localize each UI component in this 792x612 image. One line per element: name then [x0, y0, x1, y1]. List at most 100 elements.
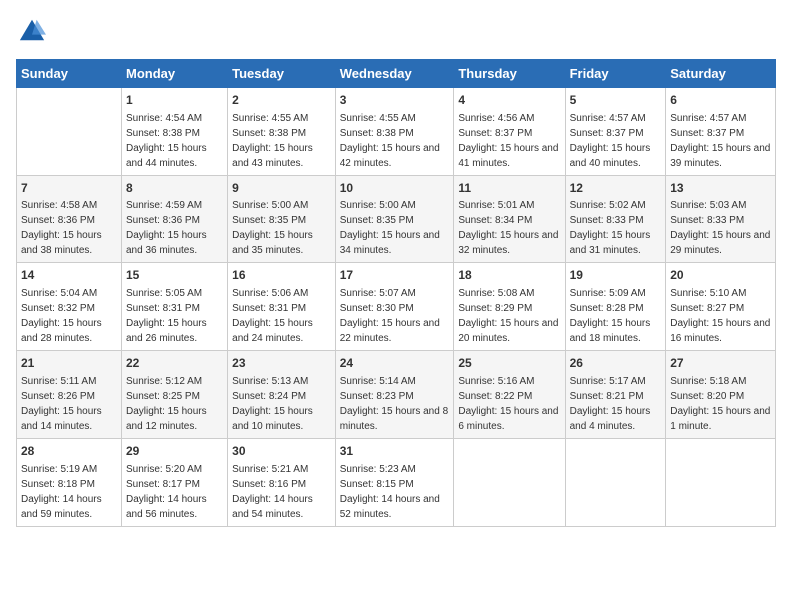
calendar-cell: 13 Sunrise: 5:03 AMSunset: 8:33 PMDayligh… [666, 175, 776, 263]
date-number: 24 [340, 355, 450, 372]
calendar-cell: 7 Sunrise: 4:58 AMSunset: 8:36 PMDaylight… [17, 175, 122, 263]
calendar-cell: 18 Sunrise: 5:08 AMSunset: 8:29 PMDayligh… [454, 263, 565, 351]
date-number: 28 [21, 443, 117, 460]
date-number: 7 [21, 180, 117, 197]
page-header [16, 16, 776, 49]
calendar-cell: 26 Sunrise: 5:17 AMSunset: 8:21 PMDayligh… [565, 351, 666, 439]
week-row-5: 28Sunrise: 5:19 AMSunset: 8:18 PMDayligh… [17, 438, 776, 526]
day-header-monday: Monday [121, 59, 227, 87]
calendar-cell: 5 Sunrise: 4:57 AMSunset: 8:37 PMDaylight… [565, 87, 666, 175]
calendar-cell: 22 Sunrise: 5:12 AMSunset: 8:25 PMDayligh… [121, 351, 227, 439]
sunrise-text: Sunrise: 5:10 AMSunset: 8:27 PMDaylight:… [670, 288, 770, 344]
date-number: 31 [340, 443, 450, 460]
date-number: 23 [232, 355, 331, 372]
date-number: 18 [458, 267, 560, 284]
calendar-cell: 9 Sunrise: 5:00 AMSunset: 8:35 PMDaylight… [228, 175, 336, 263]
date-number: 12 [570, 180, 662, 197]
calendar-body: 1Sunrise: 4:54 AMSunset: 8:38 PMDaylight… [17, 87, 776, 526]
date-number: 16 [232, 267, 331, 284]
calendar-cell: 28Sunrise: 5:19 AMSunset: 8:18 PMDayligh… [17, 438, 122, 526]
calendar-cell: 31 Sunrise: 5:23 AMSunset: 8:15 PMDayligh… [335, 438, 454, 526]
logo [16, 16, 46, 49]
calendar-cell: 1Sunrise: 4:54 AMSunset: 8:38 PMDaylight… [121, 87, 227, 175]
calendar-cell: 30Sunrise: 5:21 AMSunset: 8:16 PMDayligh… [228, 438, 336, 526]
date-number: 13 [670, 180, 771, 197]
sunrise-text: Sunrise: 5:09 AMSunset: 8:28 PMDaylight:… [570, 288, 651, 344]
sunrise-text: Sunrise: 5:13 AMSunset: 8:24 PMDaylight:… [232, 376, 313, 432]
date-number: 19 [570, 267, 662, 284]
sunrise-text: Sunrise: 4:55 AMSunset: 8:38 PMDaylight:… [340, 113, 440, 169]
logo-icon [18, 16, 46, 44]
day-header-saturday: Saturday [666, 59, 776, 87]
sunrise-text: Sunrise: 5:08 AMSunset: 8:29 PMDaylight:… [458, 288, 558, 344]
calendar-cell [454, 438, 565, 526]
sunrise-text: Sunrise: 5:16 AMSunset: 8:22 PMDaylight:… [458, 376, 558, 432]
day-header-friday: Friday [565, 59, 666, 87]
sunrise-text: Sunrise: 5:04 AMSunset: 8:32 PMDaylight:… [21, 288, 102, 344]
calendar-cell: 12 Sunrise: 5:02 AMSunset: 8:33 PMDayligh… [565, 175, 666, 263]
calendar-cell: 3 Sunrise: 4:55 AMSunset: 8:38 PMDaylight… [335, 87, 454, 175]
date-number: 2 [232, 92, 331, 109]
calendar-table: SundayMondayTuesdayWednesdayThursdayFrid… [16, 59, 776, 527]
calendar-cell: 25Sunrise: 5:16 AMSunset: 8:22 PMDayligh… [454, 351, 565, 439]
date-number: 9 [232, 180, 331, 197]
calendar-cell: 20 Sunrise: 5:10 AMSunset: 8:27 PMDayligh… [666, 263, 776, 351]
calendar-cell [565, 438, 666, 526]
day-header-tuesday: Tuesday [228, 59, 336, 87]
sunrise-text: Sunrise: 4:57 AMSunset: 8:37 PMDaylight:… [570, 113, 651, 169]
calendar-cell: 23 Sunrise: 5:13 AMSunset: 8:24 PMDayligh… [228, 351, 336, 439]
date-number: 26 [570, 355, 662, 372]
date-number: 21 [21, 355, 117, 372]
calendar-cell: 10Sunrise: 5:00 AMSunset: 8:35 PMDayligh… [335, 175, 454, 263]
calendar-cell: 19 Sunrise: 5:09 AMSunset: 8:28 PMDayligh… [565, 263, 666, 351]
sunrise-text: Sunrise: 5:05 AMSunset: 8:31 PMDaylight:… [126, 288, 207, 344]
sunrise-text: Sunrise: 5:18 AMSunset: 8:20 PMDaylight:… [670, 376, 770, 432]
date-number: 20 [670, 267, 771, 284]
date-number: 6 [670, 92, 771, 109]
sunrise-text: Sunrise: 5:14 AMSunset: 8:23 PMDaylight:… [340, 376, 448, 432]
sunrise-text: Sunrise: 5:11 AMSunset: 8:26 PMDaylight:… [21, 376, 102, 432]
calendar-cell [666, 438, 776, 526]
sunrise-text: Sunrise: 5:23 AMSunset: 8:15 PMDaylight:… [340, 464, 440, 520]
week-row-3: 14 Sunrise: 5:04 AMSunset: 8:32 PMDayligh… [17, 263, 776, 351]
sunrise-text: Sunrise: 5:06 AMSunset: 8:31 PMDaylight:… [232, 288, 313, 344]
day-header-wednesday: Wednesday [335, 59, 454, 87]
calendar-header-row: SundayMondayTuesdayWednesdayThursdayFrid… [17, 59, 776, 87]
logo-text [16, 16, 46, 49]
date-number: 15 [126, 267, 223, 284]
sunrise-text: Sunrise: 4:55 AMSunset: 8:38 PMDaylight:… [232, 113, 313, 169]
date-number: 29 [126, 443, 223, 460]
calendar-cell: 27 Sunrise: 5:18 AMSunset: 8:20 PMDayligh… [666, 351, 776, 439]
sunrise-text: Sunrise: 4:57 AMSunset: 8:37 PMDaylight:… [670, 113, 770, 169]
date-number: 27 [670, 355, 771, 372]
sunrise-text: Sunrise: 4:59 AMSunset: 8:36 PMDaylight:… [126, 200, 207, 256]
date-number: 14 [21, 267, 117, 284]
sunrise-text: Sunrise: 5:20 AMSunset: 8:17 PMDaylight:… [126, 464, 207, 520]
date-number: 5 [570, 92, 662, 109]
sunrise-text: Sunrise: 4:54 AMSunset: 8:38 PMDaylight:… [126, 113, 207, 169]
calendar-cell [17, 87, 122, 175]
calendar-cell: 21 Sunrise: 5:11 AMSunset: 8:26 PMDayligh… [17, 351, 122, 439]
week-row-4: 21 Sunrise: 5:11 AMSunset: 8:26 PMDayligh… [17, 351, 776, 439]
calendar-cell: 16 Sunrise: 5:06 AMSunset: 8:31 PMDayligh… [228, 263, 336, 351]
sunrise-text: Sunrise: 5:17 AMSunset: 8:21 PMDaylight:… [570, 376, 651, 432]
calendar-cell: 24 Sunrise: 5:14 AMSunset: 8:23 PMDayligh… [335, 351, 454, 439]
calendar-cell: 15 Sunrise: 5:05 AMSunset: 8:31 PMDayligh… [121, 263, 227, 351]
week-row-1: 1Sunrise: 4:54 AMSunset: 8:38 PMDaylight… [17, 87, 776, 175]
sunrise-text: Sunrise: 4:58 AMSunset: 8:36 PMDaylight:… [21, 200, 102, 256]
sunrise-text: Sunrise: 5:00 AMSunset: 8:35 PMDaylight:… [232, 200, 313, 256]
sunrise-text: Sunrise: 5:12 AMSunset: 8:25 PMDaylight:… [126, 376, 207, 432]
sunrise-text: Sunrise: 5:07 AMSunset: 8:30 PMDaylight:… [340, 288, 440, 344]
calendar-cell: 29 Sunrise: 5:20 AMSunset: 8:17 PMDayligh… [121, 438, 227, 526]
calendar-cell: 2 Sunrise: 4:55 AMSunset: 8:38 PMDaylight… [228, 87, 336, 175]
calendar-cell: 14 Sunrise: 5:04 AMSunset: 8:32 PMDayligh… [17, 263, 122, 351]
date-number: 4 [458, 92, 560, 109]
sunrise-text: Sunrise: 5:02 AMSunset: 8:33 PMDaylight:… [570, 200, 651, 256]
date-number: 22 [126, 355, 223, 372]
date-number: 3 [340, 92, 450, 109]
sunrise-text: Sunrise: 5:03 AMSunset: 8:33 PMDaylight:… [670, 200, 770, 256]
calendar-cell: 11Sunrise: 5:01 AMSunset: 8:34 PMDayligh… [454, 175, 565, 263]
date-number: 8 [126, 180, 223, 197]
date-number: 30 [232, 443, 331, 460]
day-header-sunday: Sunday [17, 59, 122, 87]
